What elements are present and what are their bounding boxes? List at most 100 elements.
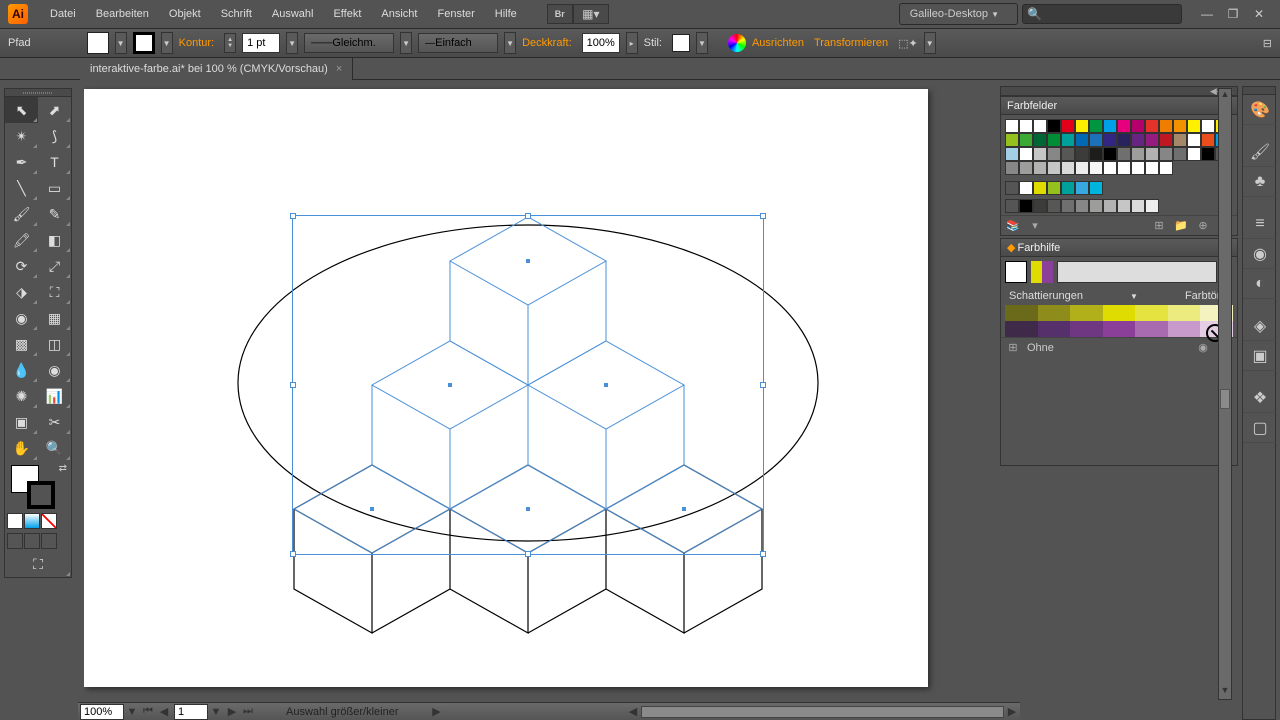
symbols-panel-icon[interactable]: ♣: [1243, 167, 1277, 197]
artboard-nav-input[interactable]: [174, 704, 208, 720]
swatch[interactable]: [1145, 119, 1159, 133]
harmony-bar[interactable]: [1057, 261, 1217, 283]
type-tool[interactable]: T: [38, 149, 71, 175]
align-link[interactable]: Ausrichten: [752, 37, 808, 49]
swatch[interactable]: [1005, 119, 1019, 133]
swatch[interactable]: [1173, 133, 1187, 147]
search-box[interactable]: 🔍: [1022, 4, 1182, 24]
status-dd[interactable]: ▶: [429, 705, 445, 719]
fill-dd[interactable]: ▼: [115, 32, 127, 54]
swatch[interactable]: [1117, 119, 1131, 133]
opacity-input[interactable]: [582, 33, 620, 53]
selection-tool[interactable]: ⬉: [5, 97, 38, 123]
none-mode[interactable]: [41, 513, 57, 529]
perspective-tool[interactable]: ▦: [38, 305, 71, 331]
swatch[interactable]: [1145, 133, 1159, 147]
swatch[interactable]: [1061, 161, 1075, 175]
gradient-panel-icon[interactable]: ◉: [1243, 239, 1277, 269]
base-color[interactable]: [1005, 261, 1027, 283]
swatch[interactable]: [1187, 133, 1201, 147]
opacity-dd[interactable]: ▸: [626, 32, 638, 54]
hand-tool[interactable]: ✋: [5, 435, 38, 461]
hscroll-track[interactable]: [641, 706, 1004, 718]
close-tab-icon[interactable]: ×: [336, 58, 342, 80]
color-guide-header[interactable]: ◆Farbhilfe ▾≡: [1001, 239, 1237, 257]
stroke-stepper[interactable]: ▲▼: [224, 33, 236, 53]
swatch[interactable]: [1075, 147, 1089, 161]
pen-tool[interactable]: ✒: [5, 149, 38, 175]
swatch-options-icon[interactable]: ⊞: [1151, 218, 1167, 234]
swatch-menu-icon[interactable]: ▾: [1027, 218, 1043, 234]
menu-schrift[interactable]: Schrift: [211, 0, 262, 28]
artboard-nav-dd[interactable]: ▼: [208, 705, 224, 719]
swatch[interactable]: [1117, 147, 1131, 161]
limit-lib-icon[interactable]: ⊞: [1005, 340, 1021, 356]
swatch[interactable]: [1061, 147, 1075, 161]
color-mode[interactable]: [7, 513, 23, 529]
screen-mode[interactable]: ⛶: [5, 551, 71, 577]
menu-ansicht[interactable]: Ansicht: [371, 0, 427, 28]
swatch[interactable]: [1089, 133, 1103, 147]
recolor-icon[interactable]: [728, 34, 746, 52]
swatch[interactable]: [1145, 161, 1159, 175]
swatch-lib-icon[interactable]: 📚: [1005, 218, 1021, 234]
transform-link[interactable]: Transformieren: [814, 37, 892, 49]
stroke-dd[interactable]: ▼: [161, 32, 173, 54]
swatch[interactable]: [1173, 147, 1187, 161]
stroke-weight-input[interactable]: [242, 33, 280, 53]
nav-next[interactable]: ▶: [224, 705, 240, 719]
swatch[interactable]: [1103, 161, 1117, 175]
swatches-header[interactable]: Farbfelder ▾≡: [1001, 97, 1237, 115]
dash-profile-dd[interactable]: ─── Gleichm.: [304, 33, 394, 53]
graph-tool[interactable]: 📊: [38, 383, 71, 409]
swatch[interactable]: [1103, 119, 1117, 133]
swatch[interactable]: [1019, 161, 1033, 175]
color-panel-icon[interactable]: 🎨: [1243, 95, 1277, 125]
swatch[interactable]: [1201, 147, 1215, 161]
selection-bounds[interactable]: [292, 215, 764, 555]
swatch[interactable]: [1075, 133, 1089, 147]
hscroll-left[interactable]: ◀: [625, 705, 641, 719]
swap-fill-stroke-icon[interactable]: ⇄: [59, 463, 67, 474]
swatch[interactable]: [1201, 133, 1215, 147]
line-tool[interactable]: ╲: [5, 175, 38, 201]
close-button[interactable]: ✕: [1246, 4, 1272, 24]
draw-normal[interactable]: [7, 533, 23, 549]
swatch[interactable]: [1103, 147, 1117, 161]
menu-datei[interactable]: Datei: [40, 0, 86, 28]
slice-tool[interactable]: ✂: [38, 409, 71, 435]
zoom-dd[interactable]: ▼: [124, 705, 140, 719]
artboard[interactable]: [84, 89, 928, 687]
appearance-panel-icon[interactable]: ◈: [1243, 311, 1277, 341]
dock-collapse[interactable]: ◀◀×: [1000, 86, 1238, 96]
vscroll-down[interactable]: ▼: [1219, 685, 1231, 699]
menu-bearbeiten[interactable]: Bearbeiten: [86, 0, 159, 28]
brushes-panel-icon[interactable]: 🖌: [1243, 137, 1277, 167]
style-dd[interactable]: ▼: [696, 32, 708, 54]
swatch[interactable]: [1033, 147, 1047, 161]
artboard-tool[interactable]: ▣: [5, 409, 38, 435]
swatch[interactable]: [1131, 161, 1145, 175]
gradient-tool[interactable]: ◫: [38, 331, 71, 357]
swatch[interactable]: [1159, 133, 1173, 147]
mesh-tool[interactable]: ▩: [5, 331, 38, 357]
eyedropper-tool[interactable]: 💧: [5, 357, 38, 383]
style-swatch[interactable]: [672, 34, 690, 52]
swatch[interactable]: [1019, 133, 1033, 147]
folder-icon[interactable]: [1005, 181, 1019, 195]
swatch[interactable]: [1187, 147, 1201, 161]
swatch[interactable]: [1047, 119, 1061, 133]
stroke-weight-dd[interactable]: ▼: [286, 32, 298, 54]
transparency-panel-icon[interactable]: ◐: [1243, 269, 1277, 299]
menu-effekt[interactable]: Effekt: [323, 0, 371, 28]
workspace-switcher[interactable]: Galileo-Desktop ▼: [899, 3, 1018, 25]
swatch[interactable]: [1033, 161, 1047, 175]
bridge-button[interactable]: Br: [547, 4, 573, 24]
swatch[interactable]: [1019, 119, 1033, 133]
stroke-box[interactable]: [27, 481, 55, 509]
swatch[interactable]: [1131, 119, 1145, 133]
paintbrush-tool[interactable]: 🖌: [5, 201, 38, 227]
swatch[interactable]: [1201, 119, 1215, 133]
dock-grip[interactable]: [1243, 87, 1275, 95]
free-transform-tool[interactable]: ⛶: [38, 279, 71, 305]
